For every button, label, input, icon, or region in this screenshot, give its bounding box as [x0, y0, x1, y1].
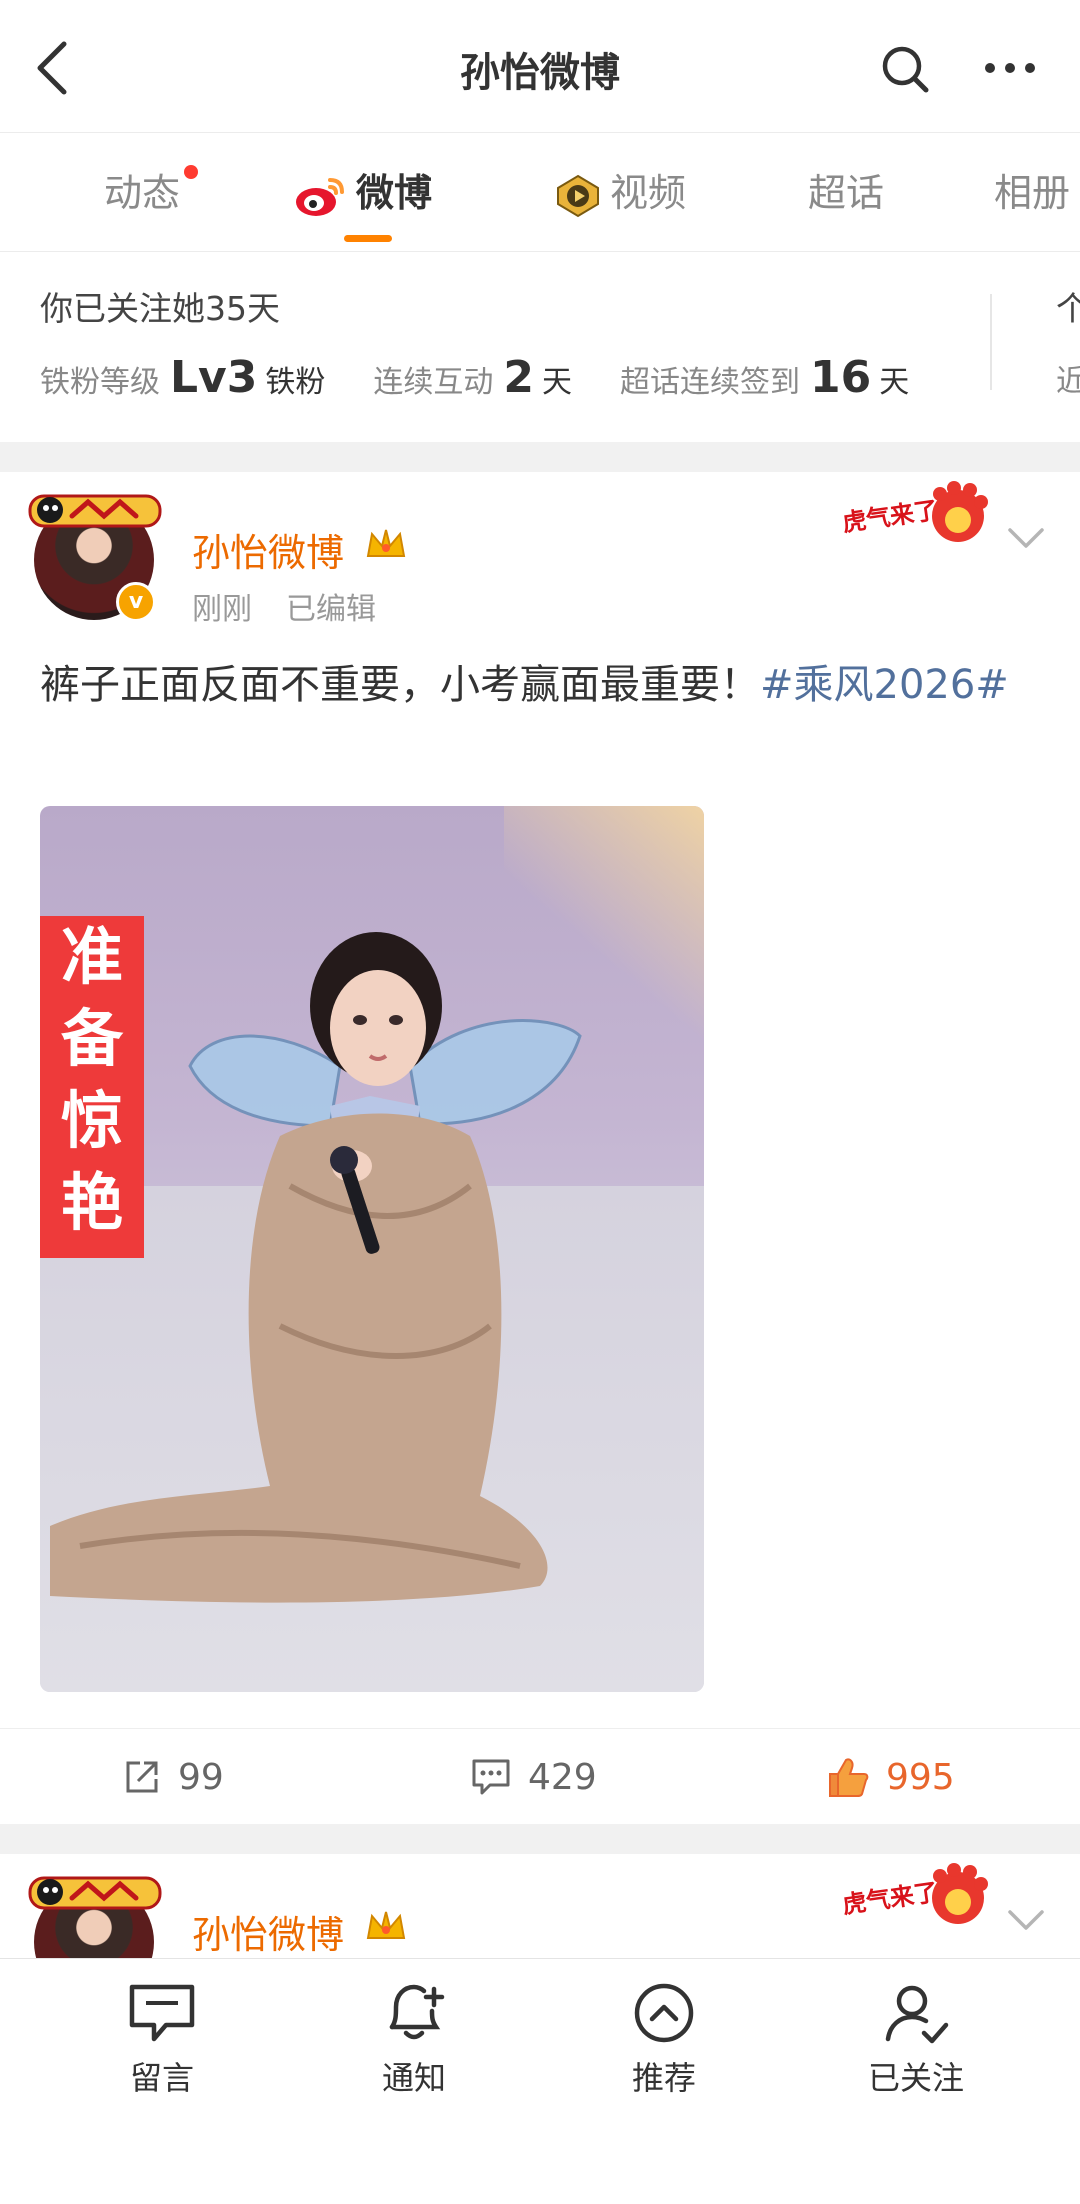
comment-icon	[472, 1759, 510, 1795]
crown-vip-icon	[366, 1911, 406, 1939]
woman-in-blanket-illustration	[50, 932, 582, 1603]
message-board-button[interactable]: 留言	[82, 1981, 242, 2099]
recommend-button[interactable]: 推荐	[584, 1981, 744, 2099]
bottom-label: 留言	[129, 2059, 194, 2097]
video-play-icon	[557, 174, 599, 217]
tab-super-topic[interactable]: 超话	[808, 165, 884, 221]
next-card-peek-bottom: 近	[1056, 364, 1080, 399]
fan-card-divider	[990, 294, 992, 390]
chevron-down-icon[interactable]	[1006, 1908, 1046, 1932]
checkin-label: 超话连续签到	[619, 365, 800, 400]
repost-button[interactable]: 99	[122, 1753, 224, 1801]
more-dots-icon[interactable]	[980, 50, 1040, 86]
fan-level-label: 铁粉等级	[40, 365, 160, 400]
tiger-year-avatar-frame-icon	[28, 1876, 162, 1910]
tab-dynamic[interactable]: 动态	[104, 165, 199, 221]
repost-icon	[126, 1761, 158, 1793]
next-card-peek-top: 个	[1056, 289, 1080, 328]
follow-days-text: 你已关注她35天	[40, 289, 280, 328]
author-avatar[interactable]: v	[28, 490, 162, 622]
crown-vip-icon	[366, 529, 406, 557]
following-button[interactable]: 已关注	[836, 1981, 996, 2099]
checkin-unit: 天	[879, 365, 910, 400]
comment-bubble-icon	[129, 1984, 195, 2042]
bottom-label: 通知	[381, 2059, 446, 2097]
fan-info-card[interactable]: 你已关注她35天 铁粉等级 Lv3 铁粉 连续互动 2 天 超话连续签到 16 …	[0, 252, 1080, 442]
post-hashtag[interactable]: #乘风2026#	[760, 662, 1009, 708]
interact-label: 连续互动	[373, 365, 494, 400]
comment-count: 429	[528, 1756, 597, 1798]
tab-label: 视频	[610, 171, 687, 215]
like-button[interactable]: 995	[826, 1753, 955, 1801]
like-count: 995	[886, 1756, 955, 1798]
tab-album[interactable]: 相册	[994, 165, 1070, 221]
post-author-name[interactable]: 孙怡微博	[192, 1904, 344, 1958]
fan-level-unit: 铁粉	[265, 365, 326, 400]
red-dot-badge	[184, 165, 199, 179]
post-card[interactable]: v 孙怡微博 刚刚 已编辑 虎气来了 裤子正面反面不重要，小考赢面最重要！#乘风2…	[0, 472, 1080, 1824]
tiger-year-badge-icon: 虎气来了	[841, 1863, 988, 1924]
chevron-up-circle-icon	[634, 1983, 694, 2043]
notification-button[interactable]: 通知	[334, 1981, 494, 2099]
thumbs-up-icon	[829, 1758, 869, 1797]
fan-stats-row: 铁粉等级 Lv3 铁粉 连续互动 2 天 超话连续签到 16 天	[40, 352, 909, 412]
user-check-icon	[885, 1985, 949, 2044]
post-action-bar: 99 429 995	[0, 1728, 1080, 1825]
tiger-year-badge-icon: 虎气来了	[841, 481, 988, 542]
tiger-badge-text: 虎气来了	[841, 496, 940, 537]
post-text: 裤子正面反面不重要，小考赢面最重要！#乘风2026#	[40, 654, 1040, 716]
comment-button[interactable]: 429	[470, 1753, 597, 1801]
repost-count: 99	[178, 1756, 224, 1798]
search-icon[interactable]	[880, 44, 930, 94]
tab-label: 微博	[356, 171, 433, 215]
tiger-badge-text: 虎气来了	[841, 1878, 940, 1919]
tab-label: 相册	[994, 171, 1071, 215]
interact-value: 2	[503, 352, 534, 403]
fan-level-value: Lv3	[170, 352, 258, 403]
tab-label: 动态	[104, 171, 181, 215]
weibo-logo-icon	[296, 177, 344, 216]
bottom-label: 已关注	[867, 2059, 964, 2097]
author-avatar[interactable]	[28, 1872, 162, 1958]
post-image[interactable]: 准 备 惊 艳	[40, 806, 704, 1692]
post-author-name[interactable]: 孙怡微博	[192, 522, 344, 577]
bottom-label: 推荐	[631, 2059, 696, 2097]
section-gap	[0, 1824, 1080, 1854]
post-edited-label: 已编辑	[286, 592, 376, 627]
tiger-year-avatar-frame-icon	[28, 494, 162, 528]
post-meta: 刚刚 已编辑	[192, 584, 410, 628]
tab-label: 超话	[808, 171, 885, 215]
post-time: 刚刚	[192, 592, 252, 627]
checkin-value: 16	[809, 352, 872, 403]
post-body: 裤子正面反面不重要，小考赢面最重要！	[40, 662, 760, 708]
bottom-action-bar: 留言 通知 推荐 已关注	[0, 1958, 1080, 2204]
post-card[interactable]: 孙怡微博 虎气来了	[0, 1854, 1080, 1958]
active-tab-indicator	[344, 235, 392, 242]
chevron-down-icon[interactable]	[1006, 526, 1046, 550]
interact-unit: 天	[541, 365, 572, 400]
section-gap	[0, 442, 1080, 472]
profile-tabs: 动态 微博 视频 超话 相册	[0, 133, 1080, 252]
verified-badge-icon: v	[116, 582, 156, 622]
tab-weibo[interactable]: 微博	[294, 165, 432, 221]
tab-video[interactable]: 视频	[554, 165, 686, 221]
top-nav-bar: 孙怡微博	[0, 0, 1080, 133]
bell-plus-icon	[389, 1984, 445, 2040]
